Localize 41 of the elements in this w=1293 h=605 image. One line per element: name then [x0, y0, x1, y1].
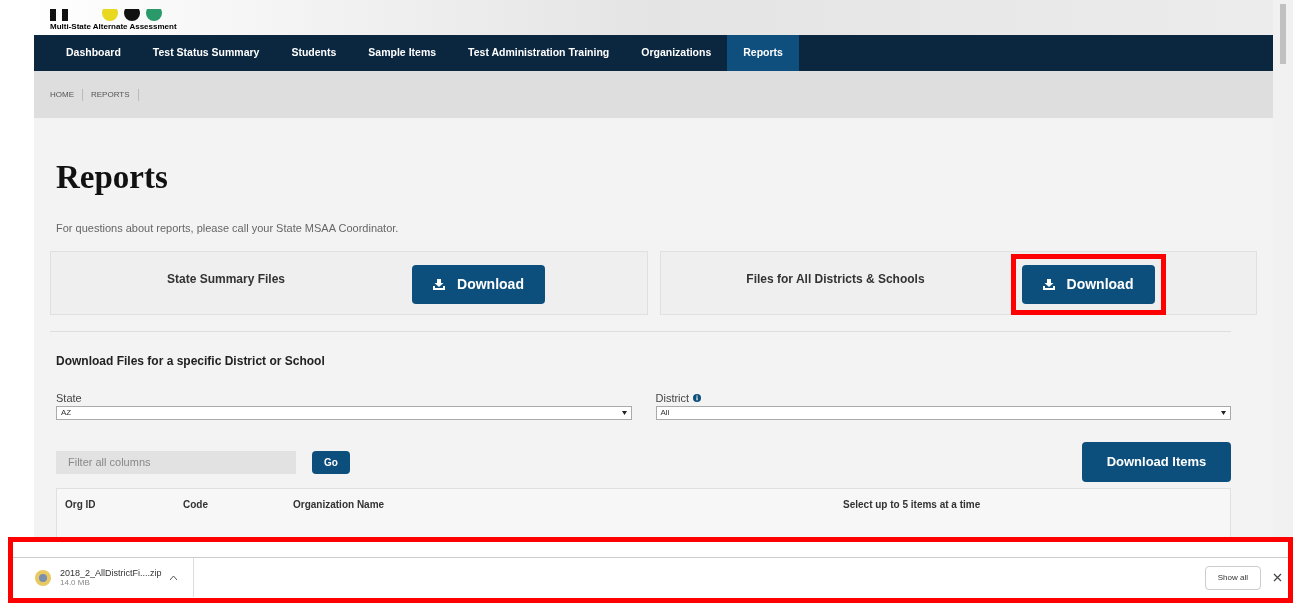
column-header: Select up to 5 items at a time — [843, 498, 982, 512]
file-size: 14.0 MB — [60, 578, 91, 587]
select-field[interactable]: AZ — [56, 406, 632, 420]
show-all-button[interactable]: Show all — [1204, 565, 1261, 590]
download-button[interactable]: Download — [412, 264, 545, 304]
nav-tab[interactable]: Reports — [727, 35, 799, 71]
nav-tab[interactable]: Sample Items — [352, 35, 453, 71]
file-icon — [34, 568, 52, 587]
download-items-button[interactable]: Download Items — [1082, 442, 1231, 482]
card-title: Files for All Districts & Schools — [745, 270, 926, 288]
select-field[interactable]: All — [655, 406, 1231, 420]
nav-tab[interactable]: Students — [275, 35, 353, 71]
chevron-up-icon — [169, 575, 177, 580]
close-icon[interactable] — [1273, 573, 1282, 582]
nav-tab[interactable]: Test Administration Training — [452, 35, 626, 71]
caret-icon — [1221, 411, 1226, 415]
download-icon — [433, 278, 446, 290]
file-name: 2018_2_AllDistrictFi....zip — [60, 568, 162, 578]
column-header: Code — [183, 498, 209, 512]
info-icon — [693, 393, 702, 402]
go-button[interactable]: Go — [312, 450, 350, 474]
logo-tagline: Multi-State Alternate Assessment — [50, 23, 178, 31]
download-button[interactable]: Download — [1021, 264, 1155, 304]
caret-icon — [621, 411, 627, 415]
scrollbar-thumb[interactable] — [1280, 4, 1286, 64]
download-icon — [1042, 278, 1055, 290]
filter-field[interactable]: Filter all columns — [56, 450, 296, 474]
breadcrumb-link[interactable]: HOME — [50, 88, 83, 101]
nav-tab[interactable]: Organizations — [625, 35, 728, 71]
section-title: Download Files for a specific District or School — [56, 352, 326, 370]
select-label: State — [56, 390, 82, 406]
nav-tab[interactable]: Test Status Summary — [136, 35, 276, 71]
intro-text: For questions about reports, please call your State MSAA Coordinator. — [56, 221, 400, 236]
column-header: Organization Name — [293, 498, 386, 512]
column-header: Org ID — [65, 498, 97, 512]
card-title: State Summary Files — [165, 270, 287, 288]
breadcrumb-link[interactable]: REPORTS — [91, 88, 139, 101]
nav-tab[interactable]: Dashboard — [50, 35, 137, 71]
download-item[interactable]: 2018_2_AllDistrictFi....zip 14.0 MB — [34, 558, 194, 597]
select-label: District — [655, 390, 690, 406]
page-heading: Reports — [56, 161, 169, 194]
